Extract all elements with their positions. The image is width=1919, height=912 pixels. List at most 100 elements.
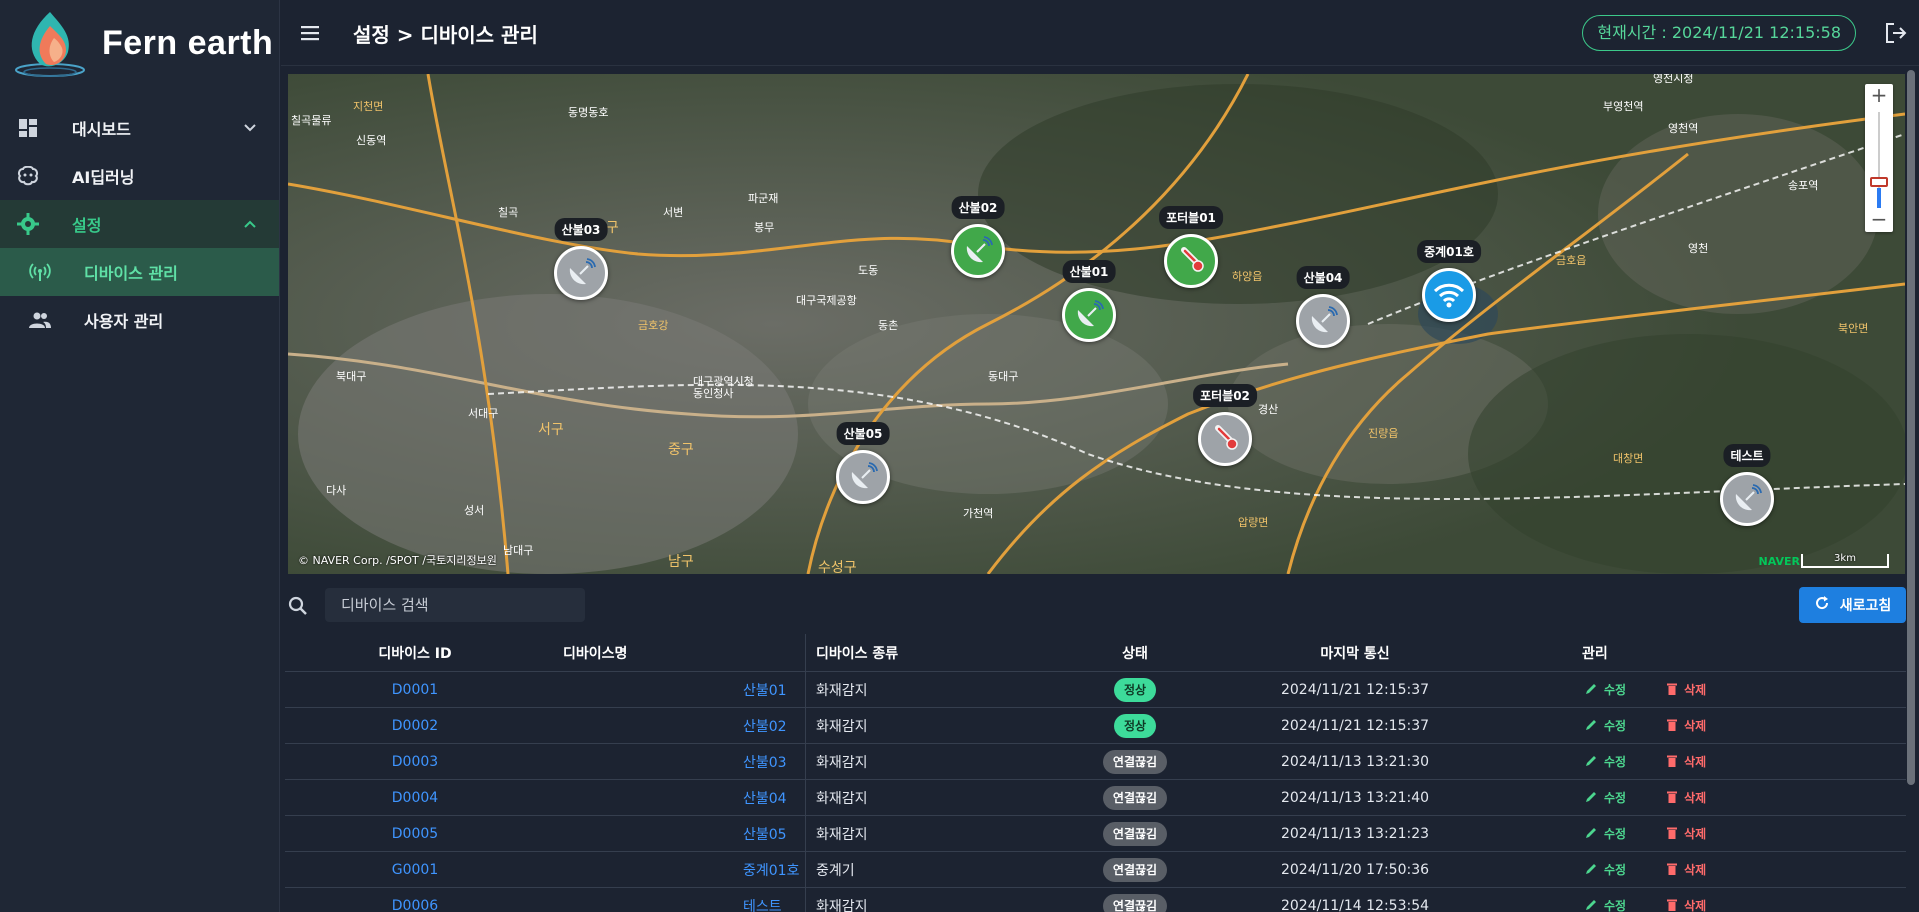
refresh-button[interactable]: 새로고침 [1799,587,1906,623]
hamburger-menu-icon[interactable] [297,21,323,45]
edit-button[interactable]: 수정 [1585,681,1626,698]
device-type-cell: 화재감지 [805,816,1005,851]
status-cell: 정상 [1055,708,1215,743]
map-marker-test[interactable]: 테스트 [1720,444,1774,526]
wifi-icon [1422,268,1476,322]
svg-text:동명동호: 동명동호 [568,106,608,119]
device-name-link[interactable]: 산불05 [743,824,787,844]
manage-cell: 수정 삭제 [1585,816,1905,851]
device-id-link[interactable]: D0006 [392,898,438,912]
device-name-link[interactable]: 산불03 [743,752,787,772]
pencil-icon [1585,718,1598,734]
antenna-icon [28,260,52,284]
edit-label: 수정 [1604,899,1627,912]
column-header-last-comm[interactable]: 마지막 통신 [1205,634,1505,671]
marker-label: 산불01 [1062,260,1116,283]
delete-label: 삭제 [1684,791,1707,805]
map-scale: 3km [1801,554,1889,568]
trash-icon [1666,898,1678,912]
brand[interactable]: Fern earth [0,0,279,86]
page-scrollbar[interactable] [1907,70,1915,785]
table-body: D0001 산불01 화재감지 정상 2024/11/21 12:15:37 수정 삭제 D0… [285,672,1906,912]
svg-text:금호강: 금호강 [638,319,668,332]
sidebar-item-device-management[interactable]: 디바이스 관리 [0,248,279,296]
device-id-link[interactable]: D0001 [392,682,438,698]
delete-label: 삭제 [1684,683,1707,697]
map-marker-sanbul05[interactable]: 산불05 [836,422,890,504]
sidebar: Fern earth 대시보드 AI딥러닝 설정 디바이스 관리 사용자 관리 [0,0,280,912]
map-marker-portable01[interactable]: 포터블01 [1159,206,1223,288]
zoom-in-button[interactable]: + [1865,84,1893,108]
satellite-dish-icon [554,246,608,300]
edit-button[interactable]: 수정 [1585,753,1626,770]
edit-button[interactable]: 수정 [1585,717,1626,734]
device-id-link[interactable]: D0004 [392,790,438,806]
svg-text:성서: 성서 [464,504,484,517]
device-name-link[interactable]: 테스트 [743,896,782,912]
device-name-link[interactable]: 중계01호 [743,860,799,880]
edit-button[interactable]: 수정 [1585,861,1626,878]
sidebar-nav: 대시보드 AI딥러닝 설정 디바이스 관리 사용자 관리 [0,104,279,344]
refresh-icon [1814,595,1830,615]
manage-cell: 수정 삭제 [1585,780,1905,815]
map-marker-sanbul02[interactable]: 산불02 [951,196,1005,278]
device-type-cell: 화재감지 [805,744,1005,779]
delete-button[interactable]: 삭제 [1666,861,1706,878]
sidebar-item-dashboard[interactable]: 대시보드 [0,104,279,152]
delete-button[interactable]: 삭제 [1666,717,1706,734]
device-id-cell: D0006 [285,888,545,912]
delete-button[interactable]: 삭제 [1666,681,1706,698]
satellite-dish-icon [951,224,1005,278]
breadcrumb: 설정 > 디바이스 관리 [353,23,538,47]
map-marker-sanbul01[interactable]: 산불01 [1062,260,1116,342]
device-search-input[interactable] [325,588,585,622]
device-type-cell: 화재감지 [805,672,1005,707]
map-marker-sanbul03[interactable]: 산불03 [554,218,608,300]
svg-text:송포역: 송포역 [1788,179,1818,192]
last-comm-cell: 2024/11/21 12:15:37 [1280,681,1430,698]
delete-button[interactable]: 삭제 [1666,825,1706,842]
marker-label: 포터블02 [1193,384,1257,407]
trash-icon [1666,826,1678,842]
edit-button[interactable]: 수정 [1585,789,1626,806]
svg-text:파군재: 파군재 [748,192,778,205]
device-id-link[interactable]: D0005 [392,826,438,842]
table-header-row: 디바이스 ID 디바이스명 디바이스 종류 상태 마지막 통신 관리 [285,634,1906,672]
sidebar-item-label: 설정 [72,216,102,235]
map-marker-portable02[interactable]: 포터블02 [1193,384,1257,466]
top-header: 설정 > 디바이스 관리 현재시간 : 2024/11/21 12:15:58 [281,0,1919,66]
device-id-link[interactable]: D0002 [392,718,438,734]
edit-button[interactable]: 수정 [1585,897,1626,912]
delete-button[interactable]: 삭제 [1666,789,1706,806]
svg-text:동인청사: 동인청사 [693,387,733,400]
device-map[interactable]: 칠곡물류 지천면 동명동호 신동역 칠곡 서변 파군재 북구 봉무 대구국제공항… [288,74,1905,574]
column-header-status[interactable]: 상태 [1055,634,1215,671]
chevron-up-icon [243,216,257,235]
map-copyright: © NAVER Corp. /SPOT /국토지리정보원 [298,554,497,567]
column-header-type[interactable]: 디바이스 종류 [805,634,1005,671]
edit-button[interactable]: 수정 [1585,825,1626,842]
column-header-id[interactable]: 디바이스 ID [285,634,545,671]
zoom-control: + − [1865,84,1893,232]
map-marker-sanbul04[interactable]: 산불04 [1296,266,1350,348]
device-name-link[interactable]: 산불04 [743,788,787,808]
zoom-slider-handle[interactable] [1870,177,1888,187]
device-name-link[interactable]: 산불01 [743,680,787,700]
sidebar-item-label: 디바이스 관리 [84,264,178,283]
trash-icon [1666,754,1678,770]
manage-cell: 수정 삭제 [1585,852,1905,887]
device-id-link[interactable]: D0003 [392,754,438,770]
sidebar-item-ai[interactable]: AI딥러닝 [0,152,279,200]
sidebar-item-user-management[interactable]: 사용자 관리 [0,296,279,344]
map-marker-relay01[interactable]: 중계01호 [1417,240,1481,322]
zoom-out-button[interactable]: − [1865,208,1893,232]
delete-button[interactable]: 삭제 [1666,897,1706,912]
sidebar-item-settings[interactable]: 설정 [0,200,279,248]
delete-button[interactable]: 삭제 [1666,753,1706,770]
trash-icon [1666,862,1678,878]
column-header-name[interactable]: 디바이스명 [563,634,823,671]
logout-icon[interactable] [1883,20,1909,46]
device-id-link[interactable]: G0001 [392,862,438,878]
gear-icon [16,212,40,236]
device-name-link[interactable]: 산불02 [743,716,787,736]
